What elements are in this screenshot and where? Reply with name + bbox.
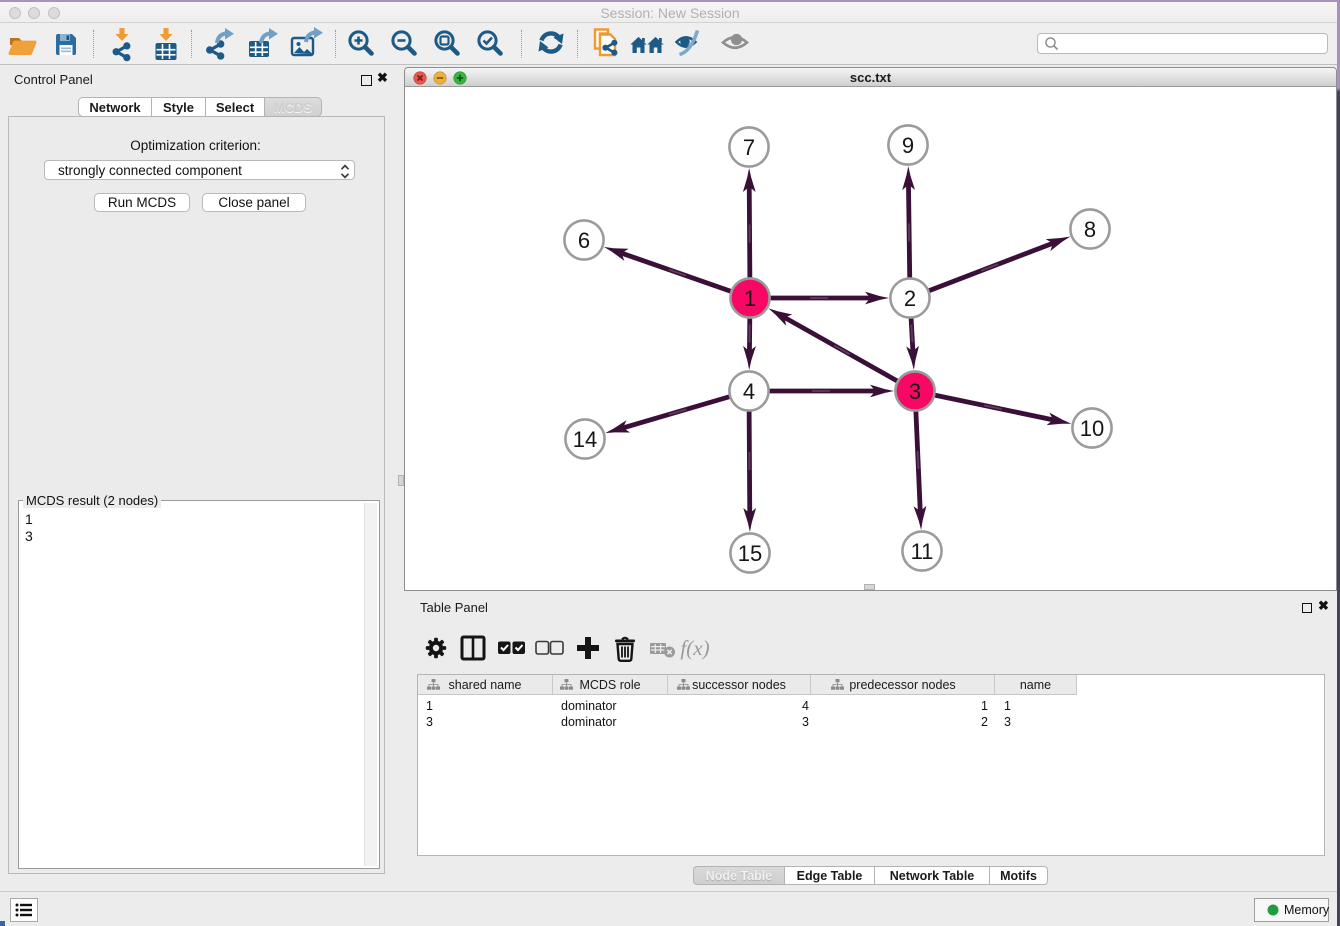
svg-text:f(x): f(x) xyxy=(680,636,709,660)
svg-text:7: 7 xyxy=(743,135,755,160)
svg-text:1: 1 xyxy=(744,286,756,311)
svg-text:8: 8 xyxy=(1084,217,1096,242)
svg-text:14: 14 xyxy=(573,427,597,452)
svg-text:6: 6 xyxy=(578,228,590,253)
svg-text:4: 4 xyxy=(743,379,755,404)
svg-text:9: 9 xyxy=(902,133,914,158)
svg-text:10: 10 xyxy=(1080,416,1104,441)
svg-text:2: 2 xyxy=(904,286,916,311)
svg-text:11: 11 xyxy=(911,539,934,564)
svg-text:3: 3 xyxy=(909,379,921,404)
svg-text:15: 15 xyxy=(738,541,762,566)
